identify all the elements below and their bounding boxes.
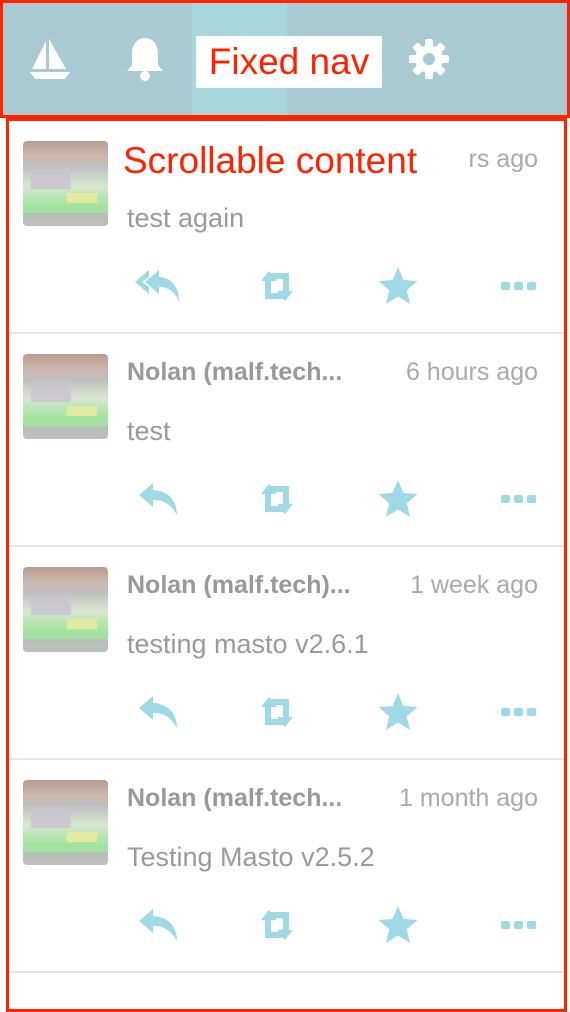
status-actions [9,900,564,950]
status-timestamp[interactable]: 1 month ago [399,784,538,813]
status-text: test [127,416,171,446]
nav-notifications-button[interactable] [98,3,193,115]
status-author[interactable]: Nolan (malf.tech... [127,358,372,387]
retweet-icon [261,271,293,301]
star-icon [378,693,418,730]
favourite-button[interactable] [371,900,425,950]
avatar[interactable] [23,354,108,439]
fixed-nav-label: Fixed nav [196,36,382,88]
retweet-icon [261,484,293,514]
star-icon [378,906,418,943]
retweet-icon [261,697,293,727]
boost-button[interactable] [247,687,307,737]
reply-all-button[interactable] [127,261,191,311]
ellipsis-icon [501,282,536,290]
top-navigation-bar: Fixed nav [3,3,567,115]
favourite-button[interactable] [371,261,425,311]
star-icon [378,480,418,517]
status-actions [9,474,564,524]
more-options-button[interactable] [495,261,543,311]
status-item[interactable]: Nolan (malf.tech)... 1 week ago testing … [9,547,564,760]
ellipsis-icon [501,495,536,503]
reply-icon [139,696,177,728]
status-actions [9,687,564,737]
boost-button[interactable] [247,474,307,524]
reply-button[interactable] [127,900,191,950]
status-timestamp[interactable]: 6 hours ago [406,358,538,387]
more-options-button[interactable] [495,687,543,737]
status-text: test again [127,203,245,233]
reply-icon [139,483,177,515]
retweet-icon [261,910,293,940]
status-timestamp[interactable]: 1 week ago [410,571,538,600]
avatar[interactable] [23,141,108,226]
reply-button[interactable] [127,474,191,524]
ellipsis-icon [501,708,536,716]
status-actions [9,261,564,311]
fixed-nav-annotation-frame: Fixed nav [0,0,570,118]
status-author[interactable]: Nolan (malf.tech)... [127,571,372,600]
status-author[interactable]: Nolan (malf.tech... [127,784,372,813]
boost-button[interactable] [247,900,307,950]
favourite-button[interactable] [371,474,425,524]
scrollable-content-label: Scrollable content [123,139,418,183]
more-options-button[interactable] [495,474,543,524]
status-timestamp[interactable]: rs ago [469,145,538,174]
status-text: Testing Masto v2.5.2 [127,842,375,872]
avatar[interactable] [23,780,108,865]
nav-home-button[interactable] [3,3,98,115]
avatar[interactable] [23,567,108,652]
status-text: testing masto v2.6.1 [127,629,369,659]
reply-icon [139,909,177,941]
favourite-button[interactable] [371,687,425,737]
status-item[interactable]: Nolan (malf.tech... 6 hours ago test [9,334,564,547]
scrollable-content-frame[interactable]: rs ago test again Scrollable content Nol… [6,118,567,1012]
boost-button[interactable] [247,261,307,311]
nav-settings-button[interactable] [381,3,476,115]
star-icon [378,267,418,304]
ellipsis-icon [501,921,536,929]
reply-all-icon [135,270,179,302]
gear-icon [408,39,449,79]
sailboat-icon [30,39,71,79]
bell-icon [126,38,163,81]
more-options-button[interactable] [495,900,543,950]
status-item[interactable]: rs ago test again Scrollable content [9,121,564,334]
reply-button[interactable] [127,687,191,737]
status-item[interactable]: Nolan (malf.tech... 1 month ago Testing … [9,760,564,973]
